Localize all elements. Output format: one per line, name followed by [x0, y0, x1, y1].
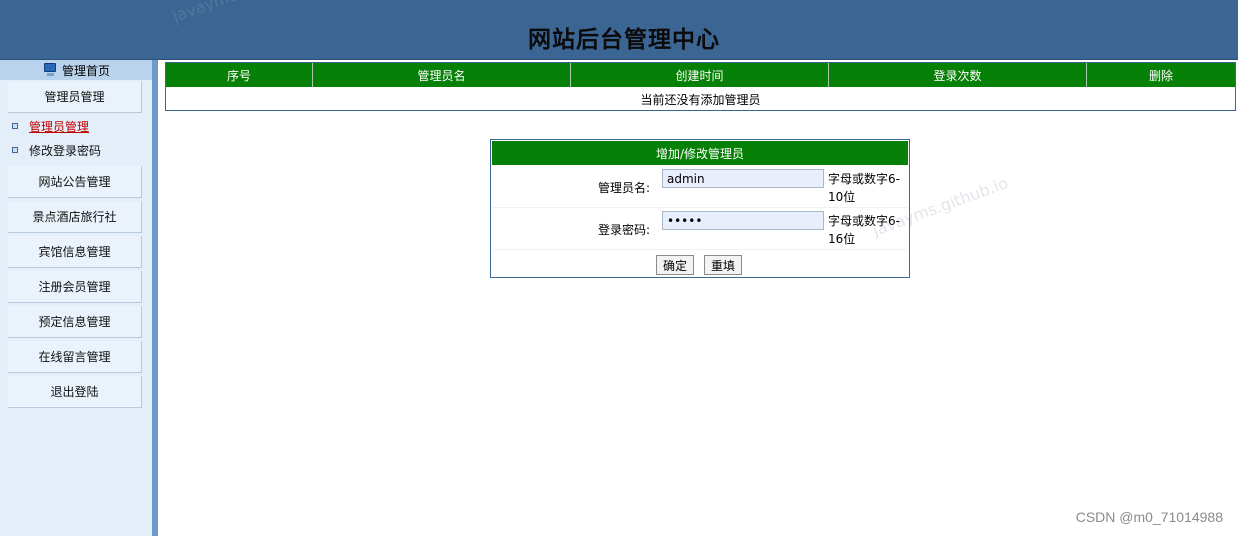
username-label: 管理员名:: [597, 181, 650, 195]
menu-scenic-hotel-agency[interactable]: 景点酒店旅行社: [8, 201, 142, 233]
menu-member-manage[interactable]: 注册会员管理: [8, 271, 142, 303]
password-input[interactable]: [662, 211, 824, 230]
sub-item-label: 修改登录密码: [29, 143, 102, 158]
page-title: 网站后台管理中心: [528, 27, 720, 53]
reset-button[interactable]: 重填: [704, 255, 743, 275]
confirm-button[interactable]: 确定: [656, 255, 695, 275]
username-hint-text: 字母或数字6-10位: [828, 172, 900, 204]
password-row: 登录密码: 字母或数字6-16位: [492, 208, 908, 250]
menu-label: 预定信息管理: [38, 315, 111, 329]
sidebar-home-link[interactable]: 管理首页: [0, 60, 152, 80]
empty-table-message: 当前还没有添加管理员: [640, 92, 761, 107]
bullet-icon: [12, 147, 18, 153]
menu-logout[interactable]: 退出登陆: [8, 376, 142, 408]
sub-item-change-password[interactable]: 修改登录密码: [12, 142, 101, 158]
menu-message-manage[interactable]: 在线留言管理: [8, 341, 142, 373]
column-header-admin-name: 管理员名: [313, 63, 571, 87]
column-header-created-time: 创建时间: [571, 63, 829, 87]
column-header-login-count: 登录次数: [829, 63, 1087, 87]
column-header-delete: 删除: [1148, 68, 1173, 83]
menu-label: 景点酒店旅行社: [32, 210, 117, 224]
menu-label: 在线留言管理: [38, 350, 111, 364]
table-header-row: 序号 管理员名 创建时间 登录次数 删除: [166, 63, 1235, 87]
form-title: 增加/修改管理员: [492, 141, 908, 165]
home-label: 管理首页: [61, 63, 110, 78]
sub-item-admin-manage[interactable]: 管理员管理: [12, 118, 89, 134]
username-row: 管理员名: 字母或数字6-10位: [492, 166, 908, 208]
admin-list-table: 序号 管理员名 创建时间 登录次数 删除 当前还没有添加管理员: [165, 62, 1236, 111]
menu-label: 注册会员管理: [38, 280, 111, 294]
sub-item-label: 管理员管理: [29, 119, 90, 134]
menu-label: 宾馆信息管理: [38, 245, 111, 259]
monitor-icon: [42, 63, 58, 77]
menu-hotel-info[interactable]: 宾馆信息管理: [8, 236, 142, 268]
column-header-index: 序号: [166, 63, 313, 87]
admin-form: 增加/修改管理员 管理员名: 字母或数字6-10位 登录密码: 字母或数字6-1…: [490, 139, 910, 278]
menu-admin-manage[interactable]: 管理员管理: [8, 81, 142, 113]
menu-label: 管理员管理: [44, 90, 105, 104]
menu-site-notice[interactable]: 网站公告管理: [8, 166, 142, 198]
csdn-watermark: CSDN @m0_71014988: [1075, 509, 1223, 525]
sidebar-divider: [152, 60, 158, 536]
menu-label: 退出登陆: [50, 385, 99, 399]
menu-booking-manage[interactable]: 预定信息管理: [8, 306, 142, 338]
username-input[interactable]: [662, 169, 824, 188]
bullet-icon: [12, 123, 18, 129]
sidebar: 管理首页 管理员管理 管理员管理 修改登录密码 网站公告管理 景点酒店旅行社 宾…: [0, 60, 152, 536]
password-label: 登录密码:: [597, 223, 650, 237]
menu-label: 网站公告管理: [38, 175, 111, 189]
